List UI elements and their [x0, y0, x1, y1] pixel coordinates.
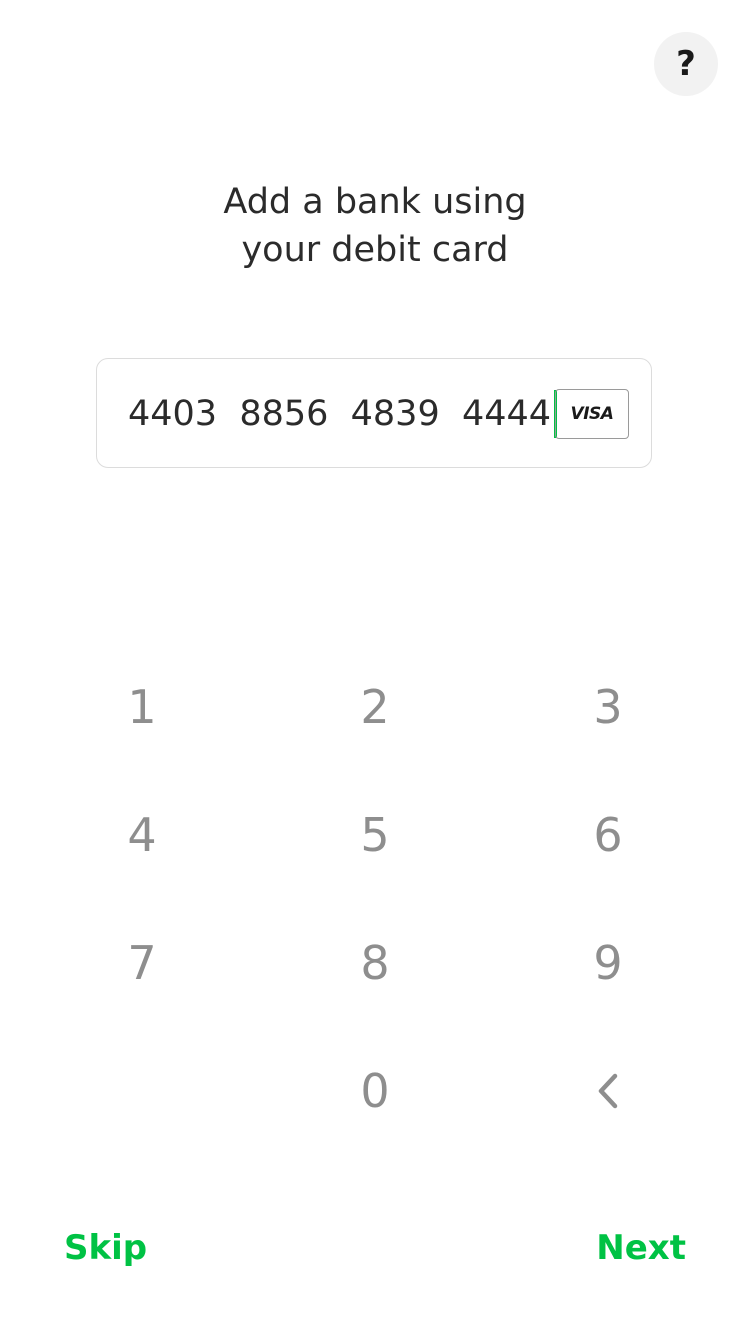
next-button[interactable]: Next: [596, 1224, 686, 1272]
keypad-key-4[interactable]: 4: [26, 771, 258, 899]
keypad-key-8[interactable]: 8: [258, 899, 492, 1027]
keypad-key-5[interactable]: 5: [258, 771, 492, 899]
keypad-key-3[interactable]: 3: [492, 643, 724, 771]
skip-button[interactable]: Skip: [64, 1224, 147, 1272]
keypad-backspace-button[interactable]: [492, 1027, 724, 1155]
help-button[interactable]: ?: [654, 32, 718, 96]
chevron-left-icon: [598, 1073, 618, 1109]
keypad-key-6[interactable]: 6: [492, 771, 724, 899]
keypad-empty-slot: [26, 1027, 258, 1155]
page-title-line-1: Add a bank using: [223, 182, 527, 222]
page-title: Add a bank using your debit card: [0, 178, 750, 274]
numeric-keypad: 1 2 3 4 5 6 7 8 9 0: [26, 643, 724, 1155]
page-title-line-2: your debit card: [241, 230, 509, 270]
keypad-key-7[interactable]: 7: [26, 899, 258, 1027]
keypad-key-0[interactable]: 0: [258, 1027, 492, 1155]
keypad-key-9[interactable]: 9: [492, 899, 724, 1027]
card-number-field[interactable]: 4403 8856 4839 4444 VISA: [96, 358, 652, 468]
help-icon: ?: [676, 44, 696, 84]
keypad-key-1[interactable]: 1: [26, 643, 258, 771]
card-number-value: 4403 8856 4839 4444: [128, 394, 552, 434]
visa-logo-badge: VISA: [555, 389, 629, 439]
card-number-input-area[interactable]: 4403 8856 4839 4444: [128, 389, 558, 439]
keypad-key-2[interactable]: 2: [258, 643, 492, 771]
